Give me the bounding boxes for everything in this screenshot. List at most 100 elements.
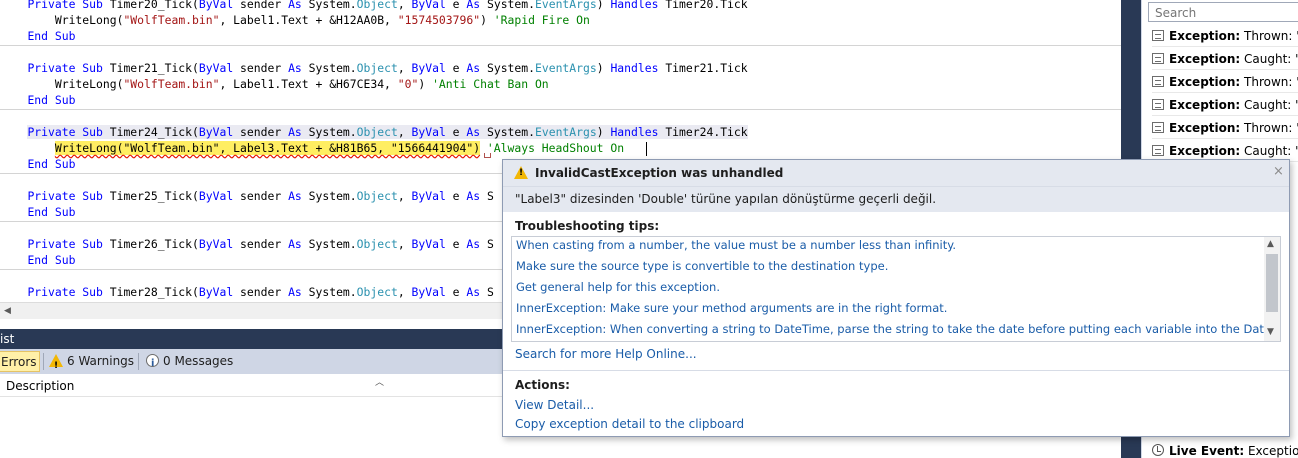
code-token: e bbox=[445, 285, 467, 299]
code-token: Object bbox=[356, 189, 398, 203]
code-token: Timer20_Tick( bbox=[102, 0, 199, 11]
exception-event-icon bbox=[1152, 30, 1164, 41]
code-token: System. bbox=[480, 0, 535, 11]
live-event-item[interactable]: Live Event: Exception In bbox=[1152, 440, 1298, 458]
code-line[interactable]: End Sub bbox=[0, 28, 75, 44]
code-token: , Label1.Text + &H67CE34, bbox=[219, 77, 398, 91]
code-token: End Sub bbox=[27, 253, 76, 267]
code-line[interactable]: End Sub bbox=[0, 204, 75, 220]
code-token: Object bbox=[356, 125, 398, 139]
column-header-description[interactable]: Description bbox=[6, 379, 74, 393]
view-detail-link[interactable]: View Detail... bbox=[515, 398, 594, 412]
code-token: As bbox=[288, 189, 302, 203]
close-icon[interactable]: × bbox=[1273, 164, 1284, 179]
info-icon bbox=[146, 353, 159, 374]
exception-message-box: "Label3" dizesinden 'Double' türüne yapı… bbox=[503, 186, 1289, 212]
copy-exception-detail-link[interactable]: Copy exception detail to the clipboard bbox=[515, 417, 744, 431]
smart-tag-icon[interactable] bbox=[484, 153, 491, 158]
troubleshooting-tip-link[interactable]: Get general help for this exception. bbox=[516, 280, 720, 294]
code-token: Private Sub bbox=[27, 237, 103, 251]
exception-event-icon bbox=[1152, 76, 1164, 87]
code-line[interactable]: End Sub bbox=[0, 92, 75, 108]
code-token: ByVal bbox=[411, 0, 446, 11]
code-token: As bbox=[288, 285, 302, 299]
code-line[interactable]: End Sub bbox=[0, 156, 75, 172]
exception-assistant-popup: InvalidCastException was unhandled × "La… bbox=[502, 159, 1290, 437]
code-token: , bbox=[397, 61, 412, 75]
code-token: ByVal bbox=[198, 125, 234, 139]
code-token: As bbox=[288, 125, 302, 139]
event-item[interactable]: Exception: Caught: "Ne bbox=[1152, 48, 1298, 70]
code-token: ByVal bbox=[411, 125, 446, 139]
scroll-left-arrow-icon[interactable]: ◀ bbox=[4, 303, 11, 320]
exception-event-icon bbox=[1152, 145, 1164, 156]
code-line[interactable]: WriteLong("WolfTeam.bin", Label1.Text + … bbox=[0, 76, 549, 92]
code-token: Object bbox=[356, 285, 398, 299]
code-line[interactable]: Private Sub Timer25_Tick(ByVal sender As… bbox=[0, 188, 493, 204]
code-token: WriteLong( bbox=[0, 13, 124, 27]
search-help-online-link[interactable]: Search for more Help Online... bbox=[515, 347, 697, 361]
code-line[interactable]: Private Sub Timer21_Tick(ByVal sender As… bbox=[0, 60, 747, 76]
sort-indicator-icon: ︿ bbox=[375, 378, 385, 388]
code-token: Timer28_Tick( bbox=[102, 285, 199, 299]
toolbar-divider bbox=[138, 353, 139, 370]
code-token: Timer24.Tick bbox=[658, 125, 748, 139]
event-item[interactable]: Exception: Caught: "Diz bbox=[1152, 94, 1298, 116]
event-item[interactable]: Exception: Thrown: "Ne bbox=[1152, 117, 1298, 139]
code-token: ByVal bbox=[198, 237, 234, 251]
code-token: S bbox=[480, 285, 494, 299]
code-token: ) bbox=[596, 125, 611, 139]
toolbar-divider bbox=[43, 353, 44, 370]
code-token: e bbox=[445, 189, 467, 203]
tips-scrollbar[interactable]: ▲ ▼ bbox=[1264, 237, 1280, 341]
code-token: End Sub bbox=[27, 29, 76, 43]
tips-scroll-thumb[interactable] bbox=[1266, 254, 1278, 312]
code-line[interactable]: Private Sub Timer20_Tick(ByVal sender As… bbox=[0, 0, 747, 12]
event-item[interactable]: Exception: Thrown: "Ne bbox=[1152, 25, 1298, 47]
scroll-up-arrow-icon[interactable]: ▲ bbox=[1267, 239, 1274, 249]
troubleshooting-tip-link[interactable]: When casting from a number, the value mu… bbox=[516, 238, 956, 252]
events-search-input[interactable] bbox=[1148, 2, 1298, 22]
code-token: System. bbox=[301, 125, 357, 139]
code-line[interactable]: End Sub bbox=[0, 252, 75, 268]
code-line[interactable]: Private Sub Timer28_Tick(ByVal sender As… bbox=[0, 284, 494, 300]
code-token: As bbox=[466, 285, 481, 299]
code-token: sender bbox=[233, 61, 289, 75]
code-token: ByVal bbox=[411, 61, 446, 75]
code-token: ByVal bbox=[198, 61, 234, 75]
code-token: Timer21_Tick( bbox=[102, 61, 199, 75]
code-token: Handles bbox=[610, 61, 659, 75]
messages-filter-button[interactable]: 0 Messages bbox=[146, 351, 233, 374]
exception-event-icon bbox=[1152, 122, 1164, 133]
warnings-filter-button[interactable]: 6 Warnings bbox=[49, 351, 134, 377]
code-token: Handles bbox=[610, 125, 659, 139]
code-token: sender bbox=[233, 189, 289, 203]
code-token: System. bbox=[301, 237, 357, 251]
code-line[interactable]: WriteLong("WolfTeam.bin", Label3.Text + … bbox=[0, 140, 624, 156]
code-token: System. bbox=[301, 61, 357, 75]
code-token: As bbox=[288, 0, 302, 11]
actions-heading: Actions: bbox=[515, 378, 570, 392]
code-line[interactable]: Private Sub Timer26_Tick(ByVal sender As… bbox=[0, 236, 493, 252]
popup-divider bbox=[503, 370, 1289, 371]
troubleshooting-tip-link[interactable]: Make sure the source type is convertible… bbox=[516, 259, 888, 273]
troubleshooting-tip-link[interactable]: InnerException: Make sure your method ar… bbox=[516, 301, 947, 315]
code-token: ByVal bbox=[411, 285, 446, 299]
code-line[interactable]: WriteLong("WolfTeam.bin", Label1.Text + … bbox=[0, 12, 590, 28]
scroll-down-arrow-icon[interactable]: ▼ bbox=[1267, 327, 1274, 337]
code-token: ByVal bbox=[411, 189, 446, 203]
code-line[interactable]: Private Sub Timer24_Tick(ByVal sender As… bbox=[0, 124, 748, 140]
troubleshooting-tip-link[interactable]: InnerException: When converting a string… bbox=[516, 322, 1280, 336]
code-token: ) bbox=[418, 77, 433, 91]
event-item[interactable]: Exception: Thrown: "Diz bbox=[1152, 71, 1298, 93]
code-token: EventArgs bbox=[535, 61, 597, 75]
code-token: EventArgs bbox=[535, 0, 597, 11]
code-token: , Label1.Text + &H12AA0B, bbox=[219, 13, 398, 27]
code-token: Private Sub bbox=[27, 285, 103, 299]
errors-filter-button[interactable]: Errors bbox=[0, 351, 40, 372]
